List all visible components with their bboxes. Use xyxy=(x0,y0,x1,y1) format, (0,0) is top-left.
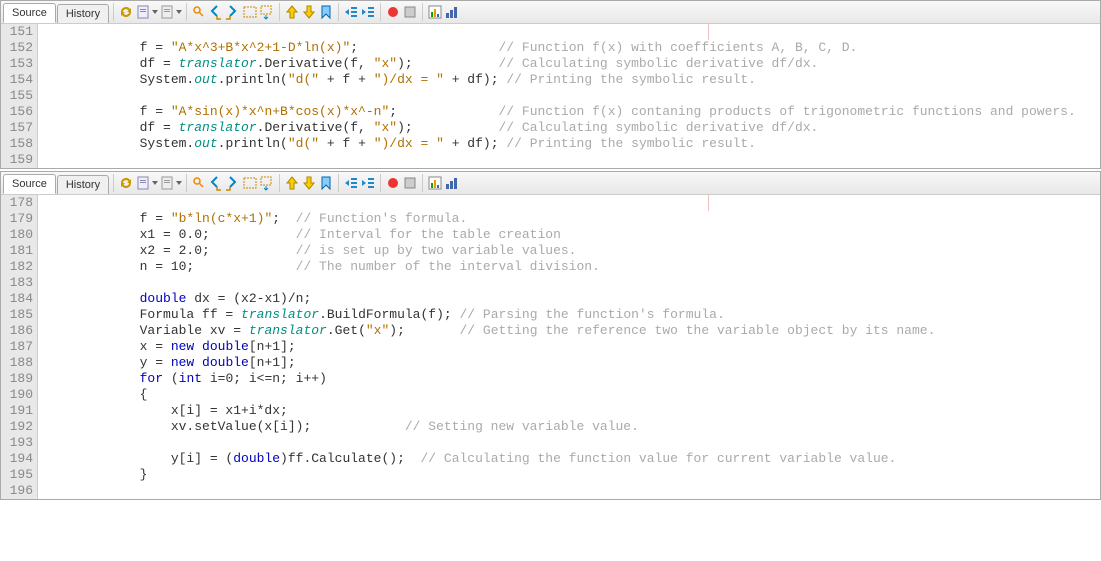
shift-right-icon[interactable] xyxy=(360,4,376,20)
macro-stop-icon[interactable] xyxy=(402,175,418,191)
tab-label: History xyxy=(66,8,100,20)
tab-source[interactable]: Source xyxy=(3,174,56,194)
dropdown-icon[interactable] xyxy=(176,4,182,20)
doc2-icon[interactable] xyxy=(159,4,175,20)
dropdown-icon[interactable] xyxy=(152,175,158,191)
code-area[interactable]: 151152153154155156157158159 f = "A*x^3+B… xyxy=(1,24,1100,168)
find-selection-icon[interactable] xyxy=(242,4,258,20)
code-lines[interactable]: f = "A*x^3+B*x^2+1-D*ln(x)"; // Function… xyxy=(38,24,1100,168)
find-selection-icon[interactable] xyxy=(242,175,258,191)
profile-bars-icon[interactable] xyxy=(444,4,460,20)
editor-pane-2: Source History 1781791801811821831841851… xyxy=(0,171,1101,500)
macro-record-icon[interactable] xyxy=(385,175,401,191)
tab-history[interactable]: History xyxy=(57,4,109,23)
doc-toggle-icon[interactable] xyxy=(135,175,151,191)
refresh-icon[interactable] xyxy=(118,4,134,20)
code-lines[interactable]: f = "b*ln(c*x+1)"; // Function's formula… xyxy=(38,195,1100,499)
find-icon[interactable] xyxy=(191,175,207,191)
right-margin xyxy=(708,195,709,211)
line-gutter: 151152153154155156157158159 xyxy=(1,24,38,168)
tab-history[interactable]: History xyxy=(57,175,109,194)
toggle-bookmark-icon[interactable] xyxy=(318,175,334,191)
dropdown-icon[interactable] xyxy=(176,175,182,191)
tab-label: Source xyxy=(12,178,47,190)
dropdown-icon[interactable] xyxy=(152,4,158,20)
next-bookmark-icon[interactable] xyxy=(301,175,317,191)
refresh-icon[interactable] xyxy=(118,175,134,191)
shift-left-icon[interactable] xyxy=(343,175,359,191)
profile-chart-icon[interactable] xyxy=(427,4,443,20)
right-margin xyxy=(708,24,709,40)
shift-left-icon[interactable] xyxy=(343,4,359,20)
tab-label: History xyxy=(66,179,100,191)
find-sel-down-icon[interactable] xyxy=(259,175,275,191)
find-next-icon[interactable] xyxy=(225,4,241,20)
prev-bookmark-icon[interactable] xyxy=(284,4,300,20)
tab-source[interactable]: Source xyxy=(3,3,56,23)
toolbar: Source History xyxy=(1,1,1100,24)
next-bookmark-icon[interactable] xyxy=(301,4,317,20)
find-next-icon[interactable] xyxy=(225,175,241,191)
doc-toggle-icon[interactable] xyxy=(135,4,151,20)
doc2-icon[interactable] xyxy=(159,175,175,191)
macro-stop-icon[interactable] xyxy=(402,4,418,20)
find-prev-icon[interactable] xyxy=(208,175,224,191)
find-sel-down-icon[interactable] xyxy=(259,4,275,20)
find-prev-icon[interactable] xyxy=(208,4,224,20)
toolbar: Source History xyxy=(1,172,1100,195)
editor-pane-1: Source History 1511521531541551561571581… xyxy=(0,0,1101,169)
tab-label: Source xyxy=(12,7,47,19)
code-area[interactable]: 1781791801811821831841851861871881891901… xyxy=(1,195,1100,499)
prev-bookmark-icon[interactable] xyxy=(284,175,300,191)
line-gutter: 1781791801811821831841851861871881891901… xyxy=(1,195,38,499)
macro-record-icon[interactable] xyxy=(385,4,401,20)
toggle-bookmark-icon[interactable] xyxy=(318,4,334,20)
profile-chart-icon[interactable] xyxy=(427,175,443,191)
find-icon[interactable] xyxy=(191,4,207,20)
profile-bars-icon[interactable] xyxy=(444,175,460,191)
shift-right-icon[interactable] xyxy=(360,175,376,191)
